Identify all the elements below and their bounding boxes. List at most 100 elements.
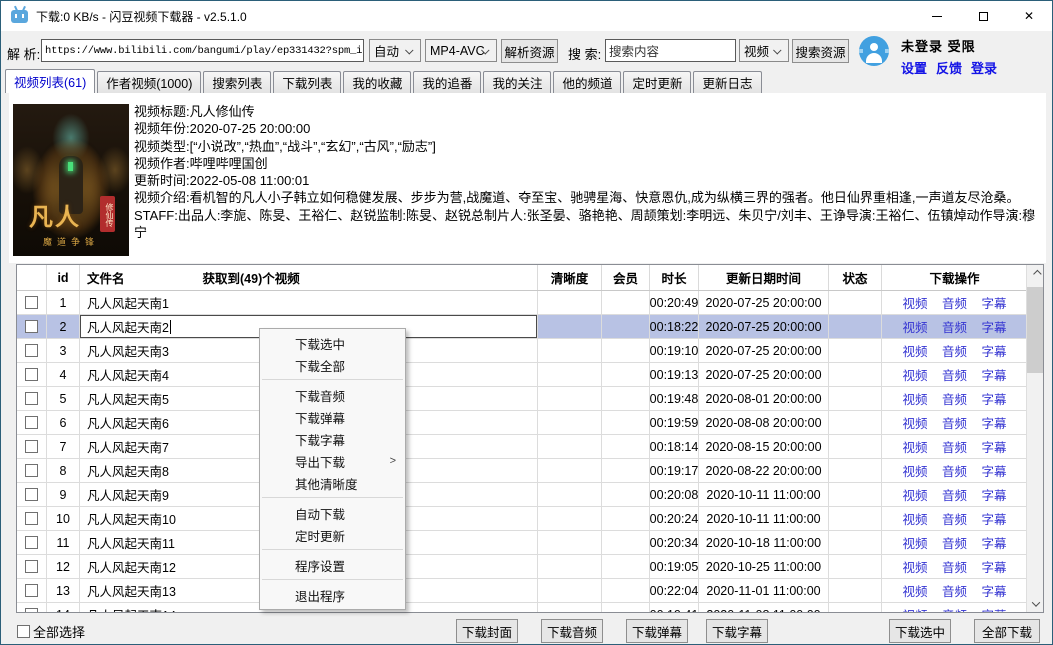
table-row[interactable]: 6凡人风起天南600:19:592020-08-08 20:00:00视频音频字…: [17, 411, 1043, 435]
video-link[interactable]: 视频: [902, 557, 927, 576]
video-link[interactable]: 视频: [902, 485, 927, 504]
subtitle-link[interactable]: 字幕: [981, 557, 1006, 576]
maximize-button[interactable]: [960, 1, 1006, 31]
audio-link[interactable]: 音频: [942, 293, 967, 312]
video-link[interactable]: 视频: [902, 461, 927, 480]
table-row[interactable]: 14凡人风起天南1400:19:412020-11-08 11:00:00视频音…: [17, 603, 1043, 613]
subtitle-link[interactable]: 字幕: [981, 461, 1006, 480]
tab-7[interactable]: 我的关注: [483, 71, 551, 93]
video-link[interactable]: 视频: [902, 365, 927, 384]
audio-link[interactable]: 音频: [942, 437, 967, 456]
table-row[interactable]: 3凡人风起天南300:19:102020-07-25 20:00:00视频音频字…: [17, 339, 1043, 363]
context-menu-item[interactable]: 下载全部: [260, 354, 405, 376]
video-link[interactable]: 视频: [902, 581, 927, 600]
select-all-checkbox[interactable]: 全部选择: [17, 622, 85, 641]
context-menu-item[interactable]: 退出程序: [260, 584, 405, 606]
audio-link[interactable]: 音频: [942, 485, 967, 504]
row-checkbox[interactable]: [25, 512, 38, 525]
table-row[interactable]: 1凡人风起天南100:20:492020-07-25 20:00:00视频音频字…: [17, 291, 1043, 315]
search-resource-button[interactable]: 搜索资源: [792, 39, 849, 63]
context-menu-item[interactable]: 下载弹幕: [260, 406, 405, 428]
subtitle-link[interactable]: 字幕: [981, 293, 1006, 312]
table-row[interactable]: 2凡人风起天南200:18:222020-07-25 20:00:00视频音频字…: [17, 315, 1043, 339]
vertical-scrollbar[interactable]: [1026, 265, 1043, 612]
subtitle-link[interactable]: 字幕: [981, 581, 1006, 600]
table-row[interactable]: 12凡人风起天南1200:19:052020-10-25 11:00:00视频音…: [17, 555, 1043, 579]
audio-link[interactable]: 音频: [942, 581, 967, 600]
subtitle-link[interactable]: 字幕: [981, 413, 1006, 432]
video-link[interactable]: 视频: [902, 293, 927, 312]
video-link[interactable]: 视频: [902, 605, 927, 613]
audio-link[interactable]: 音频: [942, 389, 967, 408]
table-row[interactable]: 11凡人风起天南1100:20:342020-10-18 11:00:00视频音…: [17, 531, 1043, 555]
download-subtitle-button[interactable]: 下载字幕: [706, 619, 768, 643]
row-checkbox[interactable]: [25, 440, 38, 453]
tab-5[interactable]: 我的收藏: [343, 71, 411, 93]
subtitle-link[interactable]: 字幕: [981, 533, 1006, 552]
scrollbar-up-button[interactable]: [1027, 265, 1044, 282]
download-danmaku-button[interactable]: 下载弹幕: [626, 619, 688, 643]
context-menu-item[interactable]: 下载选中: [260, 332, 405, 354]
tab-9[interactable]: 定时更新: [623, 71, 691, 93]
search-input[interactable]: 搜索内容: [605, 39, 736, 62]
subtitle-link[interactable]: 字幕: [981, 437, 1006, 456]
video-link[interactable]: 视频: [902, 533, 927, 552]
audio-link[interactable]: 音频: [942, 413, 967, 432]
scrollbar-thumb[interactable]: [1027, 287, 1044, 373]
minimize-button[interactable]: [914, 1, 960, 31]
audio-link[interactable]: 音频: [942, 341, 967, 360]
row-checkbox[interactable]: [25, 488, 38, 501]
row-checkbox[interactable]: [25, 368, 38, 381]
subtitle-link[interactable]: 字幕: [981, 509, 1006, 528]
context-menu-item[interactable]: 其他清晰度: [260, 472, 405, 494]
avatar[interactable]: [859, 36, 889, 66]
table-row[interactable]: 10凡人风起天南1000:20:242020-10-11 11:00:00视频音…: [17, 507, 1043, 531]
table-row[interactable]: 9凡人风起天南900:20:082020-10-11 11:00:00视频音频字…: [17, 483, 1043, 507]
video-link[interactable]: 视频: [902, 341, 927, 360]
subtitle-link[interactable]: 字幕: [981, 317, 1006, 336]
tab-6[interactable]: 我的追番: [413, 71, 481, 93]
table-row[interactable]: 4凡人风起天南400:19:132020-07-25 20:00:00视频音频字…: [17, 363, 1043, 387]
row-checkbox[interactable]: [25, 320, 38, 333]
download-all-button[interactable]: 全部下载: [974, 619, 1040, 643]
table-row[interactable]: 7凡人风起天南700:18:142020-08-15 20:00:00视频音频字…: [17, 435, 1043, 459]
table-row[interactable]: 13凡人风起天南1300:22:042020-11-01 11:00:00视频音…: [17, 579, 1043, 603]
subtitle-link[interactable]: 字幕: [981, 365, 1006, 384]
table-row[interactable]: 8凡人风起天南800:19:172020-08-22 20:00:00视频音频字…: [17, 459, 1043, 483]
context-menu-item[interactable]: 定时更新: [260, 524, 405, 546]
row-checkbox[interactable]: [25, 536, 38, 549]
row-checkbox[interactable]: [25, 560, 38, 573]
context-menu-item[interactable]: 下载音频: [260, 384, 405, 406]
context-menu-item[interactable]: 导出下载>: [260, 450, 405, 472]
url-input[interactable]: https://www.bilibili.com/bangumi/play/ep…: [41, 39, 364, 62]
context-menu-item[interactable]: 程序设置: [260, 554, 405, 576]
audio-link[interactable]: 音频: [942, 557, 967, 576]
table-row[interactable]: 5凡人风起天南500:19:482020-08-01 20:00:00视频音频字…: [17, 387, 1043, 411]
subtitle-link[interactable]: 字幕: [981, 341, 1006, 360]
tab-10[interactable]: 更新日志: [693, 71, 761, 93]
video-link[interactable]: 视频: [902, 509, 927, 528]
format-select[interactable]: MP4-AVC: [425, 39, 497, 62]
video-link[interactable]: 视频: [902, 317, 927, 336]
row-checkbox[interactable]: [25, 392, 38, 405]
audio-link[interactable]: 音频: [942, 509, 967, 528]
tab-4[interactable]: 下载列表: [273, 71, 341, 93]
video-link[interactable]: 视频: [902, 413, 927, 432]
download-selected-button[interactable]: 下载选中: [889, 619, 951, 643]
video-link[interactable]: 视频: [902, 389, 927, 408]
row-checkbox[interactable]: [25, 584, 38, 597]
parse-resource-button[interactable]: 解析资源: [501, 39, 558, 63]
subtitle-link[interactable]: 字幕: [981, 389, 1006, 408]
row-checkbox[interactable]: [25, 608, 38, 613]
row-checkbox[interactable]: [25, 416, 38, 429]
audio-link[interactable]: 音频: [942, 533, 967, 552]
close-button[interactable]: ✕: [1006, 1, 1052, 31]
video-link[interactable]: 视频: [902, 437, 927, 456]
audio-link[interactable]: 音频: [942, 461, 967, 480]
row-checkbox[interactable]: [25, 344, 38, 357]
tab-2[interactable]: 作者视频(1000): [97, 71, 201, 93]
scrollbar-down-button[interactable]: [1027, 595, 1044, 612]
audio-link[interactable]: 音频: [942, 317, 967, 336]
download-audio-button[interactable]: 下载音频: [541, 619, 603, 643]
download-cover-button[interactable]: 下载封面: [456, 619, 518, 643]
